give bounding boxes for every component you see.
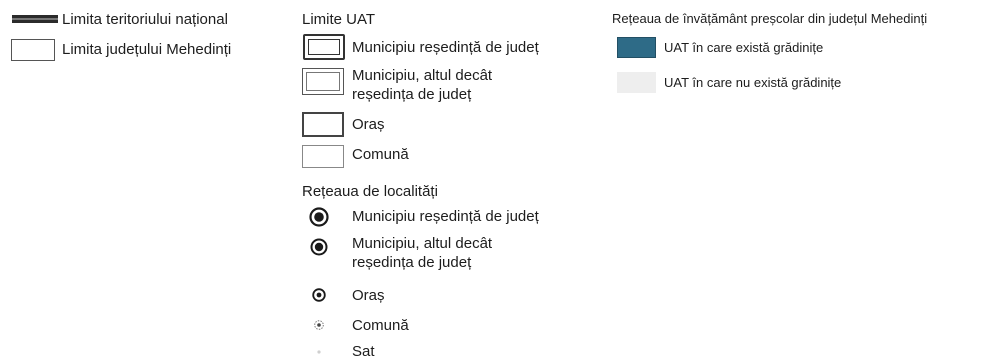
network-item-with-kindergarten: UAT în care există grădinițe	[664, 39, 823, 56]
uat-item-municipiu-other: Municipiu, altul decât reședința de jude…	[352, 66, 492, 104]
uat-item-label: Oraș	[352, 116, 385, 133]
national-border-entry: Limita teritoriului național	[62, 10, 228, 29]
uat-item-comuna: Comună	[352, 145, 409, 164]
municipiu-resedinta-symbol-icon	[309, 207, 329, 227]
national-border-swatch	[12, 15, 58, 23]
network-heading: Rețeaua de învățământ preșcolar din jude…	[612, 11, 928, 26]
comuna-symbol-icon	[314, 320, 324, 330]
municipiu-resedinta-limit-swatch	[303, 34, 345, 60]
uat-item-oras: Oraș	[352, 115, 385, 134]
locality-item-label: Oraș	[352, 287, 385, 304]
locality-item-municipiu-other: Municipiu, altul decât reședința de jude…	[352, 234, 492, 272]
municipiu-other-limit-swatch	[302, 68, 344, 95]
localities-heading: Rețeaua de localități	[302, 183, 438, 200]
network-heading-row: Rețeaua de învățământ preșcolar din jude…	[612, 10, 927, 27]
locality-item-label-line1: Municipiu, altul decât	[352, 235, 493, 252]
oras-limit-swatch	[302, 112, 344, 137]
uat-item-municipiu-resedinta: Municipiu reședință de județ	[352, 38, 539, 57]
comuna-limit-swatch	[302, 145, 344, 168]
uat-limits-heading-row: Limite UAT	[302, 10, 375, 29]
municipiu-other-symbol-icon	[310, 238, 328, 256]
uat-item-label-line2: reședința de județ	[352, 86, 472, 103]
locality-item-sat: Sat	[352, 342, 375, 361]
uat-item-label-line1: Municipiu, altul decât	[352, 67, 493, 84]
map-legend: Limita teritoriului național Limita jude…	[0, 0, 997, 361]
network-item-label: UAT în care nu există grădinițe	[664, 75, 842, 90]
national-border-label: Limita teritoriului național	[62, 11, 228, 28]
uat-limits-heading: Limite UAT	[302, 11, 376, 28]
without-kindergarten-swatch	[617, 72, 656, 93]
locality-item-oras: Oraș	[352, 286, 385, 305]
locality-item-municipiu-resedinta: Municipiu reședință de județ	[352, 207, 539, 226]
oras-symbol-icon	[312, 288, 326, 302]
uat-item-label: Comună	[352, 146, 409, 163]
sat-symbol-icon	[317, 350, 321, 354]
with-kindergarten-swatch	[617, 37, 656, 58]
locality-item-label: Comună	[352, 317, 409, 334]
locality-item-comuna: Comună	[352, 316, 409, 335]
network-item-label: UAT în care există grădinițe	[664, 40, 824, 55]
uat-item-label: Municipiu reședință de județ	[352, 39, 539, 56]
county-border-label: Limita județului Mehedinți	[62, 41, 232, 58]
locality-item-label: Sat	[352, 343, 375, 360]
county-border-entry: Limita județului Mehedinți	[62, 40, 231, 59]
localities-heading-row: Rețeaua de localități	[302, 182, 438, 201]
county-border-swatch	[11, 39, 55, 61]
locality-item-label: Municipiu reședință de județ	[352, 208, 539, 225]
locality-item-label-line2: reședința de județ	[352, 254, 472, 271]
network-item-without-kindergarten: UAT în care nu există grădinițe	[664, 74, 841, 91]
